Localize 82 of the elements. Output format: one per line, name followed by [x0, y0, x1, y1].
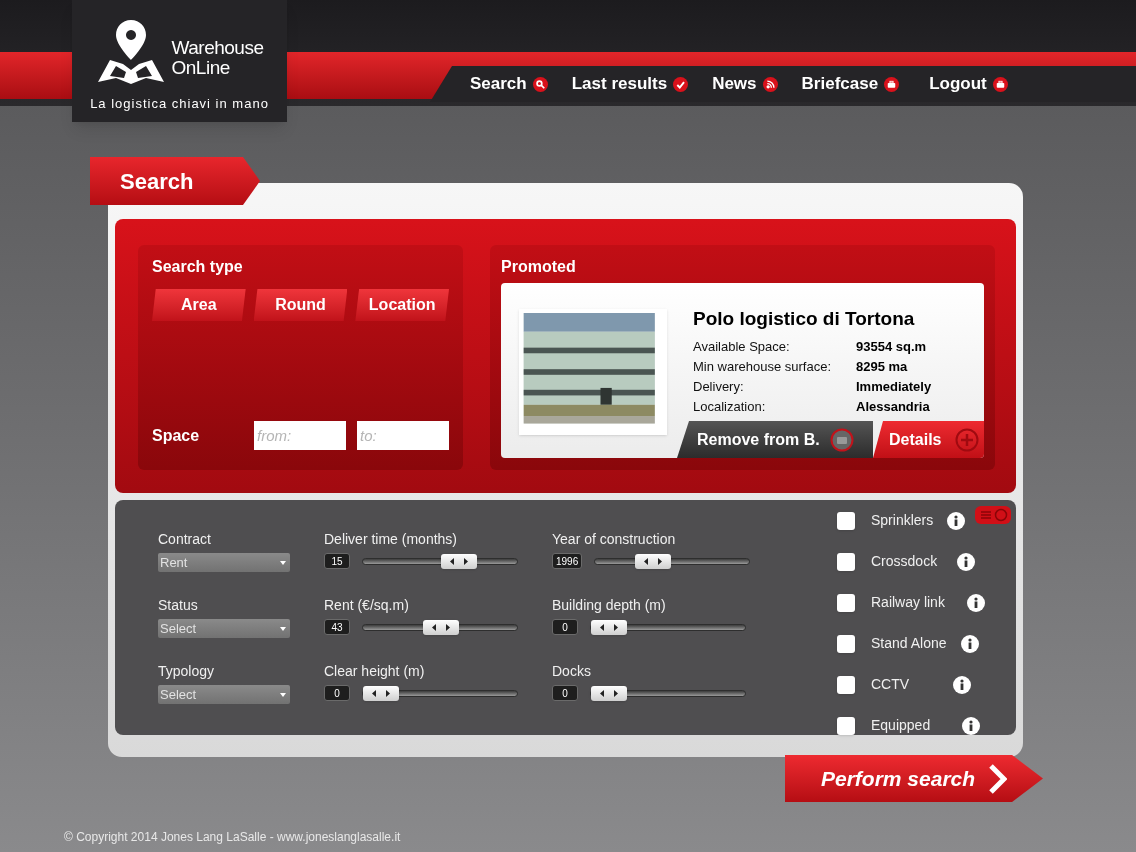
- caret-icon: [280, 560, 286, 565]
- slider-label: Docks: [552, 664, 592, 678]
- checkbox-label: Stand Alone: [871, 634, 947, 653]
- checkbox[interactable]: [837, 552, 855, 571]
- slider-label: Deliver time (months): [324, 532, 459, 546]
- perform-search-button[interactable]: Perform search: [785, 755, 1043, 802]
- select-label: Contract: [158, 532, 212, 546]
- detail-label: Available Space:: [693, 337, 791, 356]
- info-icon[interactable]: [953, 675, 972, 694]
- map-pin-icon: [95, 20, 166, 86]
- detail-value: 93554 sq.m: [856, 337, 927, 356]
- plus-icon: [955, 427, 980, 452]
- nav-link[interactable]: News: [712, 71, 778, 97]
- caret-icon: [280, 692, 286, 697]
- slider-thumb[interactable]: [363, 685, 399, 701]
- search-type-button[interactable]: Area: [152, 289, 246, 321]
- detail-value: Immediately: [856, 377, 932, 396]
- slider-reading: 0: [552, 619, 578, 635]
- slider-thumb[interactable]: [591, 685, 627, 701]
- slider-reading: 0: [324, 685, 350, 701]
- panel-title: Promoted: [501, 257, 577, 277]
- slider-reading: 0: [552, 685, 578, 701]
- info-icon[interactable]: [962, 716, 981, 735]
- checkbox-label: CCTV: [871, 675, 910, 694]
- select-label: Typology: [158, 664, 216, 678]
- checkmark-icon: [673, 76, 689, 92]
- logo[interactable]: Warehouse OnLine La logistica chiavi in mano: [72, 0, 287, 122]
- checkbox-label: Equipped: [871, 716, 931, 735]
- slider-reading: 43: [324, 619, 350, 635]
- select-label: Status: [158, 598, 199, 612]
- checkbox[interactable]: [837, 511, 855, 530]
- checkbox[interactable]: [837, 716, 855, 735]
- slider-label: Rent (€/sq.m): [324, 598, 410, 612]
- slider-thumb[interactable]: [591, 619, 627, 635]
- remove-button[interactable]: Remove from B.: [677, 421, 873, 458]
- info-icon[interactable]: [960, 634, 979, 653]
- detail-label: Delivery:: [693, 377, 745, 396]
- slider-label: Clear height (m): [324, 664, 426, 678]
- details-button[interactable]: Details: [873, 421, 984, 458]
- from-field[interactable]: from:: [254, 421, 346, 450]
- slider-thumb[interactable]: [634, 553, 671, 569]
- brand-name: OnLine: [171, 58, 231, 78]
- space-label: Space: [152, 425, 201, 446]
- to-field[interactable]: to:: [357, 421, 449, 450]
- briefcase-icon: [884, 76, 900, 92]
- briefcase-icon: [992, 76, 1008, 92]
- tagline: La logistica chiavi in mano: [90, 95, 269, 113]
- detail-label: Min warehouse surface:: [693, 357, 832, 376]
- search-icon: [532, 76, 548, 92]
- slider-reading: 1996: [552, 553, 583, 569]
- checkbox[interactable]: [837, 634, 855, 653]
- slider-thumb[interactable]: [441, 553, 477, 569]
- panel-title: Search type: [152, 257, 244, 277]
- info-icon[interactable]: [947, 511, 966, 530]
- briefcase-icon: [829, 427, 854, 452]
- nav-link[interactable]: Search: [470, 71, 548, 97]
- chevron-icon: [989, 763, 1008, 794]
- info-icon[interactable]: [966, 593, 985, 612]
- checkbox[interactable]: [837, 675, 855, 694]
- info-icon[interactable]: [957, 552, 976, 571]
- slider-reading: 15: [324, 553, 350, 569]
- slider-thumb[interactable]: [423, 619, 459, 635]
- slider-label: Building depth (m): [552, 598, 667, 612]
- rss-icon: [762, 76, 778, 92]
- nav-link[interactable]: Last results: [571, 71, 689, 97]
- checkbox-label: Railway link: [871, 593, 945, 612]
- toggle-icon[interactable]: [975, 506, 1011, 524]
- footer-text: © Copyright 2014 Jones Lang LaSalle - www.joneslanglasalle.it: [64, 829, 402, 846]
- nav-link[interactable]: Briefcase: [801, 71, 900, 97]
- checkbox-label: Sprinklers: [871, 511, 934, 530]
- slider-label: Year of construction: [552, 532, 677, 546]
- checkbox[interactable]: [837, 593, 855, 612]
- search-type-button[interactable]: Round: [253, 289, 348, 321]
- detail-value: Alessandria: [856, 397, 930, 416]
- caret-icon: [280, 626, 286, 631]
- brand-name: Warehouse: [171, 38, 264, 58]
- detail-label: Localization:: [693, 397, 767, 416]
- property-name: Polo logistico di Tortona: [693, 307, 916, 331]
- checkbox-label: Crossdock: [871, 552, 938, 571]
- nav-link[interactable]: Logout: [929, 71, 1008, 97]
- detail-value: 8295 ma: [856, 357, 908, 376]
- search-type-button[interactable]: Location: [355, 289, 449, 321]
